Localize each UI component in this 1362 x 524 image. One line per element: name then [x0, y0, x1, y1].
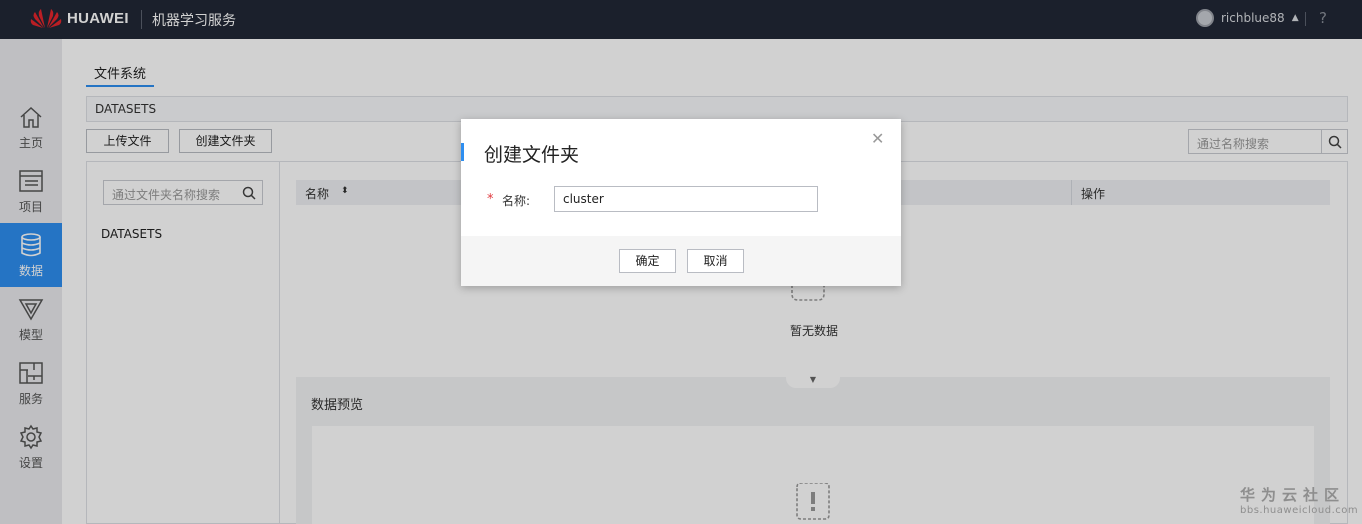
confirm-button[interactable]: 确定: [619, 249, 676, 273]
watermark-url: bbs.huaweicloud.com: [1240, 505, 1359, 516]
dialog-title: 创建文件夹: [484, 144, 580, 166]
watermark: 华为云社区 bbs.huaweicloud.com: [1240, 484, 1358, 516]
required-mark: *: [487, 192, 494, 207]
close-icon[interactable]: ✕: [871, 129, 884, 148]
name-field-label: 名称:: [502, 194, 531, 208]
create-folder-dialog: 创建文件夹 ✕ * 名称: 确定 取消: [461, 119, 901, 286]
title-accent: [461, 143, 464, 161]
dialog-footer: 确定 取消: [461, 236, 901, 286]
folder-name-input[interactable]: [554, 186, 818, 212]
cancel-button[interactable]: 取消: [687, 249, 744, 273]
watermark-title: 华为云社区: [1240, 486, 1346, 504]
